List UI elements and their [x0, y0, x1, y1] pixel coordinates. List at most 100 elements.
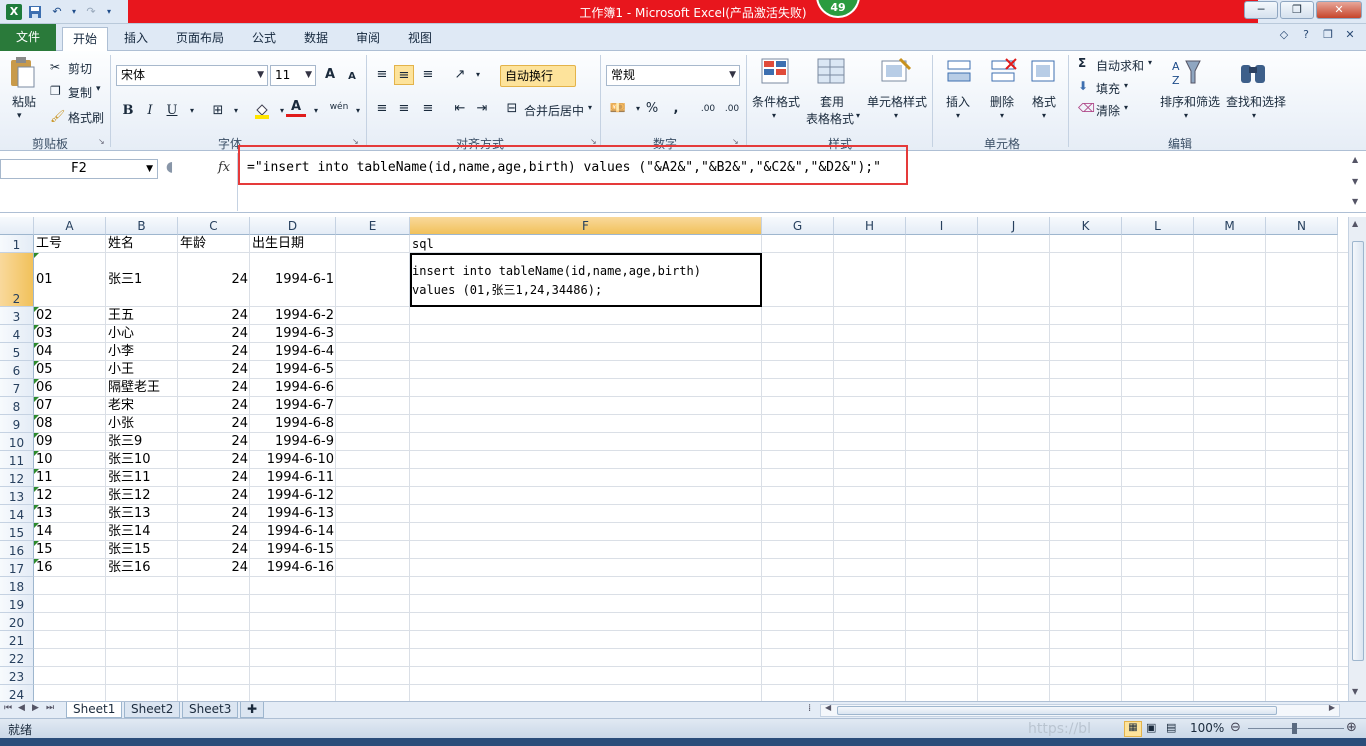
minimize-button[interactable]: ─ [1244, 1, 1278, 19]
row-header-4[interactable]: 4 [0, 325, 34, 343]
align-bottom-icon[interactable]: ≡ [418, 65, 438, 85]
row-header-24[interactable]: 24 [0, 685, 34, 701]
wrap-text-button[interactable]: 自动换行 [500, 65, 576, 87]
cell-age[interactable]: 24 [180, 379, 248, 397]
save-icon[interactable] [26, 3, 44, 20]
cell-birth[interactable]: 1994-6-12 [252, 487, 334, 505]
format-as-table-button[interactable]: 表格格式 [806, 110, 854, 127]
borders-icon[interactable]: ⊞ [208, 101, 228, 121]
row-header-21[interactable]: 21 [0, 631, 34, 649]
row-header-14[interactable]: 14 [0, 505, 34, 523]
cell-birth[interactable]: 1994-6-5 [252, 361, 334, 379]
bold-button[interactable]: B [118, 101, 138, 121]
copy-button[interactable]: 复制 [68, 84, 92, 101]
cell-birth[interactable]: 1994-6-6 [252, 379, 334, 397]
increase-decimal-button[interactable]: .00 [696, 99, 720, 119]
insert-cells-button[interactable]: 插入 [946, 93, 970, 110]
page-layout-view-icon[interactable]: ▣ [1146, 721, 1156, 734]
vertical-scrollbar[interactable]: ▲ ▼ [1348, 217, 1366, 701]
percent-button[interactable]: % [642, 99, 662, 119]
sheet-tab-1[interactable]: Sheet1 [66, 702, 123, 718]
align-middle-icon[interactable]: ≡ [394, 65, 414, 85]
cell-name[interactable]: 张三14 [108, 523, 176, 541]
phonetic-button[interactable]: wén [328, 97, 350, 117]
scroll-up-icon[interactable]: ▲ [1352, 155, 1358, 164]
clear-dropdown-icon[interactable]: ▾ [1124, 103, 1128, 112]
next-sheet-icon[interactable]: ▶ [32, 703, 39, 713]
row-header-6[interactable]: 6 [0, 361, 34, 379]
select-all-button[interactable] [0, 217, 34, 235]
expand-formula-icon[interactable]: ▼ [1352, 197, 1358, 206]
cell-name[interactable]: 张三13 [108, 505, 176, 523]
cell-age[interactable]: 24 [180, 487, 248, 505]
sheet-tab-3[interactable]: Sheet3 [182, 702, 239, 718]
cell-birth[interactable]: 1994-6-14 [252, 523, 334, 541]
scroll-down-icon[interactable]: ▼ [1352, 177, 1358, 186]
row-header-2[interactable]: 2 [0, 253, 34, 307]
excel-logo-icon[interactable]: X [6, 3, 22, 20]
help-icon[interactable]: ? [1298, 28, 1314, 44]
cell-id[interactable]: 07 [36, 397, 104, 415]
column-header-b[interactable]: B [106, 217, 178, 235]
cell-name[interactable]: 隔壁老王 [108, 379, 176, 397]
find-select-icon[interactable] [1238, 57, 1270, 89]
cell-name[interactable]: 王五 [108, 307, 176, 325]
cell-id[interactable]: 05 [36, 361, 104, 379]
scroll-left-icon[interactable]: ◀ [825, 703, 831, 712]
column-header-m[interactable]: M [1194, 217, 1266, 235]
copy-dropdown-icon[interactable]: ▾ [96, 84, 101, 94]
cell-styles-dropdown-icon[interactable]: ▾ [894, 111, 898, 120]
header-cell-c[interactable]: 年龄 [180, 235, 248, 253]
cell-id[interactable]: 16 [36, 559, 104, 577]
tab-formulas[interactable]: 公式 [242, 27, 286, 51]
zoom-in-icon[interactable]: ⊕ [1346, 720, 1357, 735]
cell-age[interactable]: 24 [180, 415, 248, 433]
cell-id[interactable]: 08 [36, 415, 104, 433]
cell-id[interactable]: 06 [36, 379, 104, 397]
row-header-11[interactable]: 11 [0, 451, 34, 469]
cell-id[interactable]: 14 [36, 523, 104, 541]
restore-window-icon[interactable]: ❐ [1320, 28, 1336, 44]
format-as-table-label[interactable]: 套用 [820, 93, 844, 110]
decrease-indent-icon[interactable]: ⇤ [450, 99, 470, 119]
orientation-icon[interactable]: ↗ [450, 65, 470, 85]
cell-age[interactable]: 24 [180, 361, 248, 379]
fill-dropdown-icon[interactable]: ▾ [1124, 81, 1128, 90]
conditional-dropdown-icon[interactable]: ▾ [772, 111, 776, 120]
column-header-a[interactable]: A [34, 217, 106, 235]
page-break-view-icon[interactable]: ▤ [1166, 721, 1176, 734]
row-header-18[interactable]: 18 [0, 577, 34, 595]
fill-icon[interactable]: ⬇ [1078, 79, 1088, 93]
cell-birth[interactable]: 1994-6-7 [252, 397, 334, 415]
row-header-22[interactable]: 22 [0, 649, 34, 667]
find-dropdown-icon[interactable]: ▾ [1252, 111, 1256, 120]
cell-styles-button[interactable]: 单元格样式 [867, 93, 927, 110]
cell-name[interactable]: 小李 [108, 343, 176, 361]
font-name-combo[interactable]: 宋体 ▼ [116, 65, 268, 86]
font-color-dropdown-icon[interactable]: ▾ [306, 101, 326, 121]
cell-birth[interactable]: 1994-6-4 [252, 343, 334, 361]
grow-font-button[interactable]: A [320, 65, 340, 85]
cell-age[interactable]: 24 [180, 523, 248, 541]
font-size-combo[interactable]: 11 ▼ [270, 65, 316, 86]
cell-age[interactable]: 24 [180, 343, 248, 361]
align-right-icon[interactable]: ≡ [418, 99, 438, 119]
cell-birth[interactable]: 1994-6-11 [252, 469, 334, 487]
horizontal-scroll-thumb[interactable] [837, 706, 1277, 715]
cell-age[interactable]: 24 [180, 307, 248, 325]
fill-button[interactable]: 填充 [1096, 80, 1120, 97]
column-header-c[interactable]: C [178, 217, 250, 235]
cut-button[interactable]: 剪切 [68, 60, 92, 77]
column-header-f[interactable]: F [410, 217, 762, 235]
delete-cells-icon[interactable] [988, 57, 1020, 87]
insert-cells-icon[interactable] [944, 57, 976, 87]
restore-button[interactable]: ❐ [1280, 1, 1314, 19]
cell-name[interactable]: 张三12 [108, 487, 176, 505]
cell-birth[interactable]: 1994-6-3 [252, 325, 334, 343]
column-header-h[interactable]: H [834, 217, 906, 235]
cell-id[interactable]: 01 [36, 271, 104, 289]
row-header-13[interactable]: 13 [0, 487, 34, 505]
sort-dropdown-icon[interactable]: ▾ [1184, 111, 1188, 120]
column-header-j[interactable]: J [978, 217, 1050, 235]
autosum-icon[interactable]: Σ [1078, 56, 1086, 70]
